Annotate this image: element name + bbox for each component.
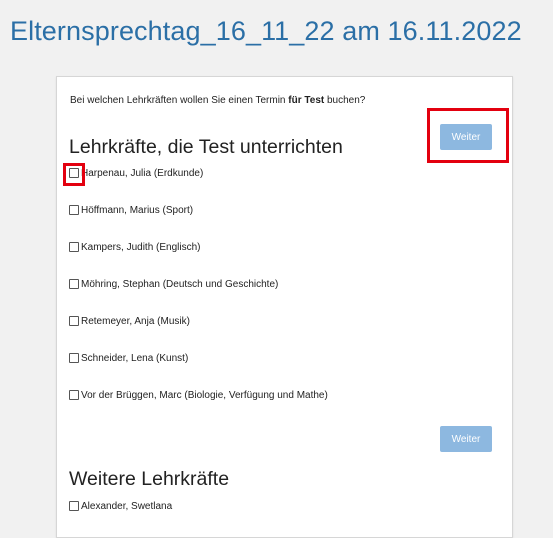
intro-suffix: buchen? <box>324 95 366 106</box>
teacher-label: Alexander, Swetlana <box>81 500 173 512</box>
teacher-checkbox[interactable] <box>69 390 79 400</box>
teacher-checkbox[interactable] <box>69 316 79 326</box>
teacher-checkbox[interactable] <box>69 279 79 289</box>
section-title-teachers: Lehrkräfte, die Test unterrichten <box>69 136 343 158</box>
booking-form-card: Bei welchen Lehrkräften wollen Sie einen… <box>56 76 513 538</box>
page-title: Elternsprechtag_16_11_22 am 16.11.2022 <box>10 16 522 46</box>
teacher-row[interactable]: Alexander, Swetlana <box>69 499 172 513</box>
teacher-checkbox[interactable] <box>69 353 79 363</box>
teacher-row[interactable]: Möhring, Stephan (Deutsch und Geschichte… <box>69 277 278 291</box>
highlight-box-next-button <box>427 108 509 163</box>
highlight-box-first-checkbox <box>63 163 85 186</box>
teacher-checkbox[interactable] <box>69 501 79 511</box>
teacher-label: Schneider, Lena (Kunst) <box>81 352 189 364</box>
intro-prefix: Bei welchen Lehrkräften wollen Sie einen… <box>70 95 289 106</box>
teacher-label: Retemeyer, Anja (Musik) <box>81 315 190 327</box>
teacher-checkbox[interactable] <box>69 242 79 252</box>
teacher-row[interactable]: Schneider, Lena (Kunst) <box>69 351 188 365</box>
teacher-row[interactable]: Retemeyer, Anja (Musik) <box>69 314 190 328</box>
intro-text: Bei welchen Lehrkräften wollen Sie einen… <box>70 95 365 106</box>
teacher-label: Harpenau, Julia (Erdkunde) <box>81 167 204 179</box>
teacher-row[interactable]: Höffmann, Marius (Sport) <box>69 203 193 217</box>
teacher-label: Kampers, Judith (Englisch) <box>81 241 201 253</box>
section-title-further-teachers: Weitere Lehrkräfte <box>69 468 230 490</box>
teacher-row[interactable]: Kampers, Judith (Englisch) <box>69 240 201 254</box>
teacher-label: Höffmann, Marius (Sport) <box>81 204 194 216</box>
teacher-row[interactable]: Harpenau, Julia (Erdkunde) <box>69 166 203 180</box>
teacher-checkbox[interactable] <box>69 205 79 215</box>
teacher-label: Möhring, Stephan (Deutsch und Geschichte… <box>81 278 279 290</box>
next-button-bottom[interactable]: Weiter <box>440 426 492 452</box>
teacher-row[interactable]: Vor der Brüggen, Marc (Biologie, Verfügu… <box>69 388 328 402</box>
intro-bold: für Test <box>288 95 325 106</box>
teacher-label: Vor der Brüggen, Marc (Biologie, Verfügu… <box>81 389 328 401</box>
